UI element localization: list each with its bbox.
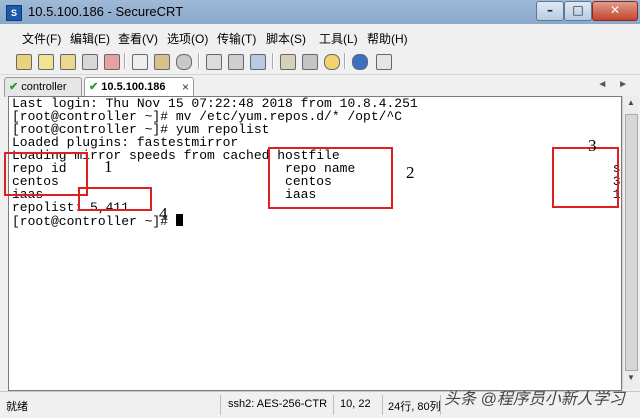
help-icon[interactable] [350,52,368,70]
keymap-icon[interactable] [322,52,340,70]
menu-bar: 文件(F) 编辑(E) 查看(V) 选项(O) 传输(T) 脚本(S) 工具(L… [0,26,640,48]
annotation-box-4 [78,187,152,211]
menu-view[interactable]: 查看(V) [118,30,158,47]
menu-options[interactable]: 选项(O) [167,30,208,47]
tab-close-icon[interactable]: × [182,78,189,97]
tab-scroll-arrows[interactable]: ◄ ► [597,79,632,90]
text-cursor [175,214,183,226]
connect-icon[interactable] [14,52,32,70]
window-title: 10.5.100.186 - SecureCRT [28,4,184,19]
toolbar [0,48,640,75]
connected-check-icon: ✔ [9,81,19,93]
tab-controller[interactable]: ✔ controller [4,77,82,97]
securecrt-window: S 10.5.100.186 - SecureCRT – □ ✕ 文件(F) 编… [0,0,640,418]
terminal-scrollbar[interactable]: ▲ ▼ [622,96,639,389]
find-icon[interactable] [174,52,192,70]
print-setup-icon[interactable] [226,52,244,70]
status-separator [220,395,221,415]
quick-connect-icon[interactable] [36,52,54,70]
scroll-down-arrow-icon[interactable]: ▼ [625,373,637,387]
toolbar-separator [272,53,274,69]
settings-icon[interactable] [278,52,296,70]
status-cursor-position: 10, 22 [340,398,371,410]
annotation-number-3: 3 [588,136,597,155]
tab-label: controller [21,81,67,93]
status-protocol: ssh2: AES-256-CTR [228,398,328,410]
close-button[interactable]: ✕ [592,1,638,21]
menu-help[interactable]: 帮助(H) [367,30,408,47]
menu-edit[interactable]: 编辑(E) [70,30,110,47]
connected-check-icon: ✔ [89,81,99,93]
paste-icon[interactable] [152,52,170,70]
copy-icon[interactable] [130,52,148,70]
status-separator [333,395,334,415]
scrollbar-thumb[interactable] [625,114,638,371]
menu-tools[interactable]: 工具(L) [319,30,358,47]
toolbar-separator [344,53,346,69]
annotation-box-3 [552,147,619,208]
scroll-up-arrow-icon[interactable]: ▲ [625,98,637,112]
securecrt-icon: S [6,5,22,21]
watermark-text: 头条 @程序员小新人学习 [444,391,625,408]
annotation-box-2 [268,147,393,209]
toolbar-separator [198,53,200,69]
annotation-box-1 [4,152,88,196]
status-size: 24行, 80列 [388,401,441,413]
minimize-button[interactable]: – [536,1,564,21]
sftp-icon[interactable] [248,52,266,70]
status-ready: 就绪 [6,401,28,413]
status-separator [440,395,441,415]
disconnect-icon[interactable] [102,52,120,70]
reconnect-icon[interactable] [80,52,98,70]
annotation-number-2: 2 [406,163,415,182]
maximize-button[interactable]: □ [564,1,592,21]
tab-label: 10.5.100.186 [101,81,166,93]
session-tabs: ✔ controller ✔ 10.5.100.186 × ◄ ► [0,75,640,98]
terminal-output[interactable]: Last login: Thu Nov 15 07:22:48 2018 fro… [8,96,622,391]
menu-transfer[interactable]: 传输(T) [217,30,256,47]
status-separator [382,395,383,415]
annotation-number-1: 1 [104,157,113,176]
tab-10-5-100-186[interactable]: ✔ 10.5.100.186 × [84,77,194,98]
terminal-prompt: [root@controller ~]# [12,214,176,229]
title-bar: S 10.5.100.186 - SecureCRT – □ ✕ [0,0,640,24]
terminal-prompt-line: [root@controller ~]# [12,214,183,228]
menu-file[interactable]: 文件(F) [22,30,61,47]
options-icon[interactable] [300,52,318,70]
toolbar-separator [124,53,126,69]
print-icon[interactable] [204,52,222,70]
connect-tab-icon[interactable] [58,52,76,70]
about-icon[interactable] [374,52,392,70]
annotation-number-4: 4 [159,204,168,223]
menu-script[interactable]: 脚本(S) [266,30,306,47]
